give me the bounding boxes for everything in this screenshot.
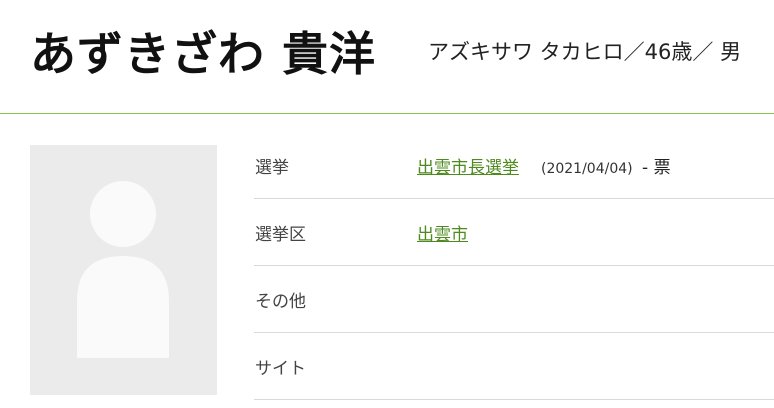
candidate-name: あずきざわ 貴洋 bbox=[30, 27, 377, 81]
election-value: 出雲市長選挙 (2021/04/04) - 票 bbox=[417, 153, 671, 178]
info-row-district: 選挙区 出雲市 bbox=[254, 199, 774, 266]
site-label: サイト bbox=[255, 359, 306, 379]
avatar-placeholder bbox=[30, 145, 217, 395]
candidate-kana-age-gender: アズキサワ タカヒロ／46歳／ 男 bbox=[428, 40, 742, 64]
election-date: (2021/04/04) bbox=[541, 161, 633, 177]
candidate-header: あずきざわ 貴洋 アズキサワ タカヒロ／46歳／ 男 bbox=[0, 0, 774, 114]
district-label: 選挙区 bbox=[255, 225, 306, 245]
election-link[interactable]: 出雲市長選挙 bbox=[417, 158, 519, 178]
district-link[interactable]: 出雲市 bbox=[417, 225, 468, 245]
district-value: 出雲市 bbox=[417, 220, 468, 245]
other-label: その他 bbox=[255, 292, 306, 312]
election-label: 選挙 bbox=[255, 158, 289, 178]
info-row-other: その他 bbox=[254, 266, 774, 333]
election-votes: - 票 bbox=[642, 158, 671, 178]
info-row-election: 選挙 出雲市長選挙 (2021/04/04) - 票 bbox=[254, 132, 774, 199]
candidate-info-table: 選挙 出雲市長選挙 (2021/04/04) - 票 選挙区 出雲市 その他 サイ… bbox=[254, 132, 774, 400]
person-silhouette-icon bbox=[77, 181, 169, 358]
info-row-site: サイト bbox=[254, 333, 774, 400]
